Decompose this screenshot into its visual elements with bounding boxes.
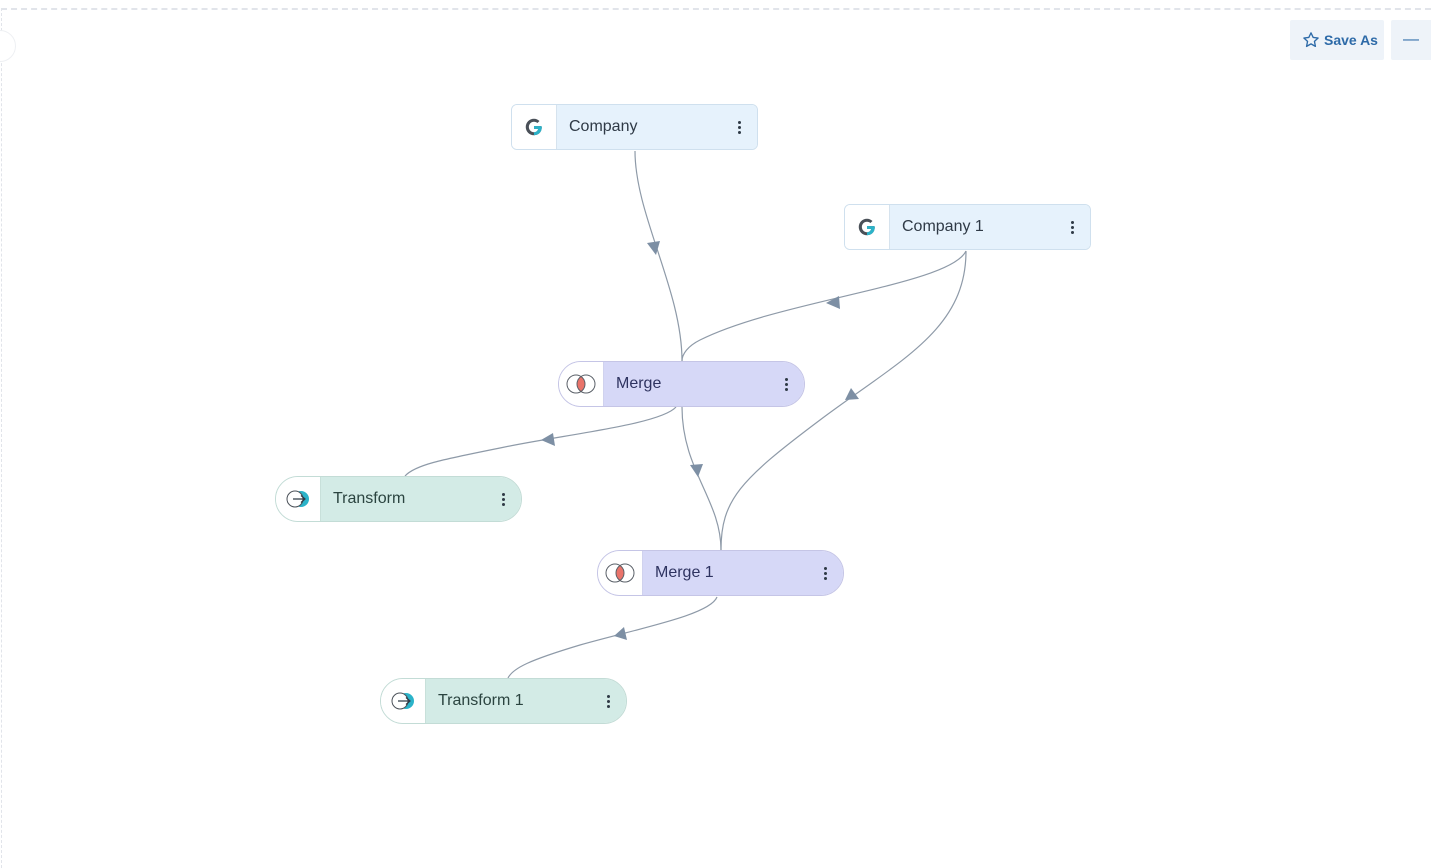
kebab-menu-icon[interactable]	[778, 372, 794, 396]
star-outline-icon	[1303, 32, 1319, 48]
transform-icon	[391, 692, 414, 710]
node-icon-cell	[845, 205, 890, 249]
node-label: Company	[569, 118, 638, 135]
node-company-1[interactable]: Company 1	[844, 204, 1091, 250]
kebab-menu-icon[interactable]	[731, 115, 747, 139]
save-as-button[interactable]: Save As	[1290, 20, 1384, 60]
transform-icon	[286, 490, 309, 508]
node-icon-cell	[512, 105, 557, 149]
venn-merge-icon	[566, 374, 596, 394]
kebab-menu-icon[interactable]	[817, 561, 833, 585]
node-label: Company 1	[902, 218, 984, 235]
kebab-menu-icon[interactable]	[600, 689, 616, 713]
node-icon-cell	[559, 362, 604, 406]
zoom-control[interactable]: — 1	[1391, 20, 1431, 60]
google-g-icon	[858, 218, 875, 236]
minus-icon[interactable]: —	[1403, 31, 1419, 49]
node-icon-cell	[598, 551, 643, 595]
kebab-menu-icon[interactable]	[1064, 215, 1080, 239]
node-label: Merge	[616, 375, 662, 392]
node-label: Merge 1	[655, 564, 714, 581]
side-panel-toggle[interactable]	[0, 30, 16, 62]
node-label: Transform	[333, 490, 406, 507]
node-merge[interactable]: Merge	[558, 361, 805, 407]
node-icon-cell	[276, 477, 321, 521]
google-g-icon	[525, 118, 542, 136]
node-transform[interactable]: Transform	[275, 476, 522, 522]
node-merge-1[interactable]: Merge 1	[597, 550, 844, 596]
venn-merge-icon	[605, 563, 635, 583]
kebab-menu-icon[interactable]	[495, 487, 511, 511]
node-label: Transform 1	[438, 692, 524, 709]
node-company[interactable]: Company	[511, 104, 758, 150]
node-icon-cell	[381, 679, 426, 723]
node-transform-1[interactable]: Transform 1	[380, 678, 627, 724]
save-as-label: Save As	[1324, 32, 1378, 48]
